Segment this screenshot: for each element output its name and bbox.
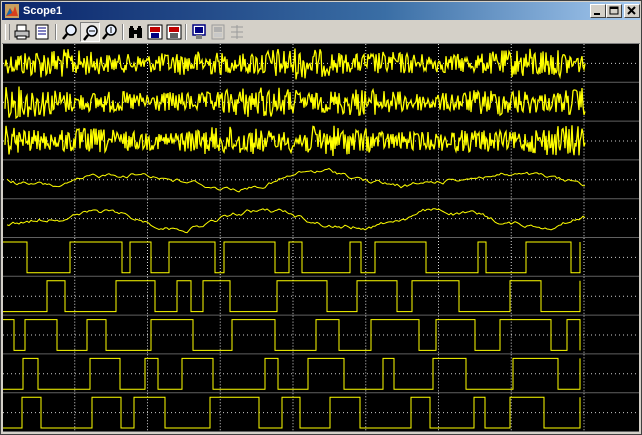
toolbar-grip[interactable]: [5, 24, 10, 40]
toolbar-separator: [185, 24, 187, 40]
window-title: Scope1: [23, 5, 63, 17]
axes-panel[interactable]: [3, 238, 639, 277]
axes-panel[interactable]: [3, 393, 639, 432]
minimize-icon: [594, 13, 600, 15]
matlab-logo-icon: [5, 4, 19, 18]
restore-axes-settings-button[interactable]: [164, 22, 184, 42]
toolbar-separator: [55, 24, 57, 40]
printer-icon: [14, 24, 30, 40]
magnifier-x-icon: [83, 25, 98, 41]
minimize-button[interactable]: [590, 4, 606, 18]
axes-panel[interactable]: [3, 160, 639, 200]
parameters-icon: [35, 24, 49, 40]
lock-axes-button[interactable]: [208, 22, 228, 42]
magnifier-y-icon: [102, 24, 117, 40]
scope-plot-area[interactable]: [3, 44, 639, 432]
maximize-button[interactable]: [606, 4, 622, 18]
scope-window: Scope1: [0, 0, 642, 435]
axes-panel[interactable]: [3, 199, 639, 238]
floating-scope-icon: [192, 24, 206, 39]
parameters-button[interactable]: [32, 22, 52, 42]
save-axes-icon: [147, 24, 163, 40]
scope-trace: [4, 48, 586, 80]
close-button[interactable]: [624, 4, 640, 18]
axes-panel[interactable]: [3, 121, 639, 161]
floating-scope-button[interactable]: [189, 22, 209, 42]
magnifier-icon: [62, 24, 77, 40]
binoculars-icon: [129, 26, 142, 38]
zoom-button[interactable]: [60, 22, 80, 42]
scope-trace: [4, 125, 586, 157]
toolbar: [2, 21, 640, 44]
title-bar[interactable]: Scope1: [2, 2, 640, 20]
lock-axes-icon: [211, 24, 225, 40]
restore-axes-icon: [166, 24, 182, 40]
scope-trace: [4, 86, 586, 120]
zoom-y-button[interactable]: [100, 22, 120, 42]
axes-panel[interactable]: [3, 315, 639, 355]
print-button[interactable]: [12, 22, 32, 42]
axes-panel[interactable]: [3, 354, 639, 394]
scope-trace: [6, 208, 586, 234]
zoom-x-button[interactable]: [80, 22, 100, 42]
save-axes-settings-button[interactable]: [145, 22, 165, 42]
axes-panel[interactable]: [3, 82, 639, 122]
axes-panel[interactable]: [3, 276, 639, 316]
axes-panel[interactable]: [3, 44, 639, 83]
toolbar-separator: [122, 24, 124, 40]
scope-display: [3, 44, 639, 432]
signal-selection-button[interactable]: [227, 22, 247, 42]
close-icon: [627, 6, 636, 15]
maximize-icon: [609, 6, 619, 15]
signal-selection-icon: [231, 25, 243, 39]
autoscale-button[interactable]: [126, 22, 146, 42]
scope-trace: [6, 167, 585, 193]
